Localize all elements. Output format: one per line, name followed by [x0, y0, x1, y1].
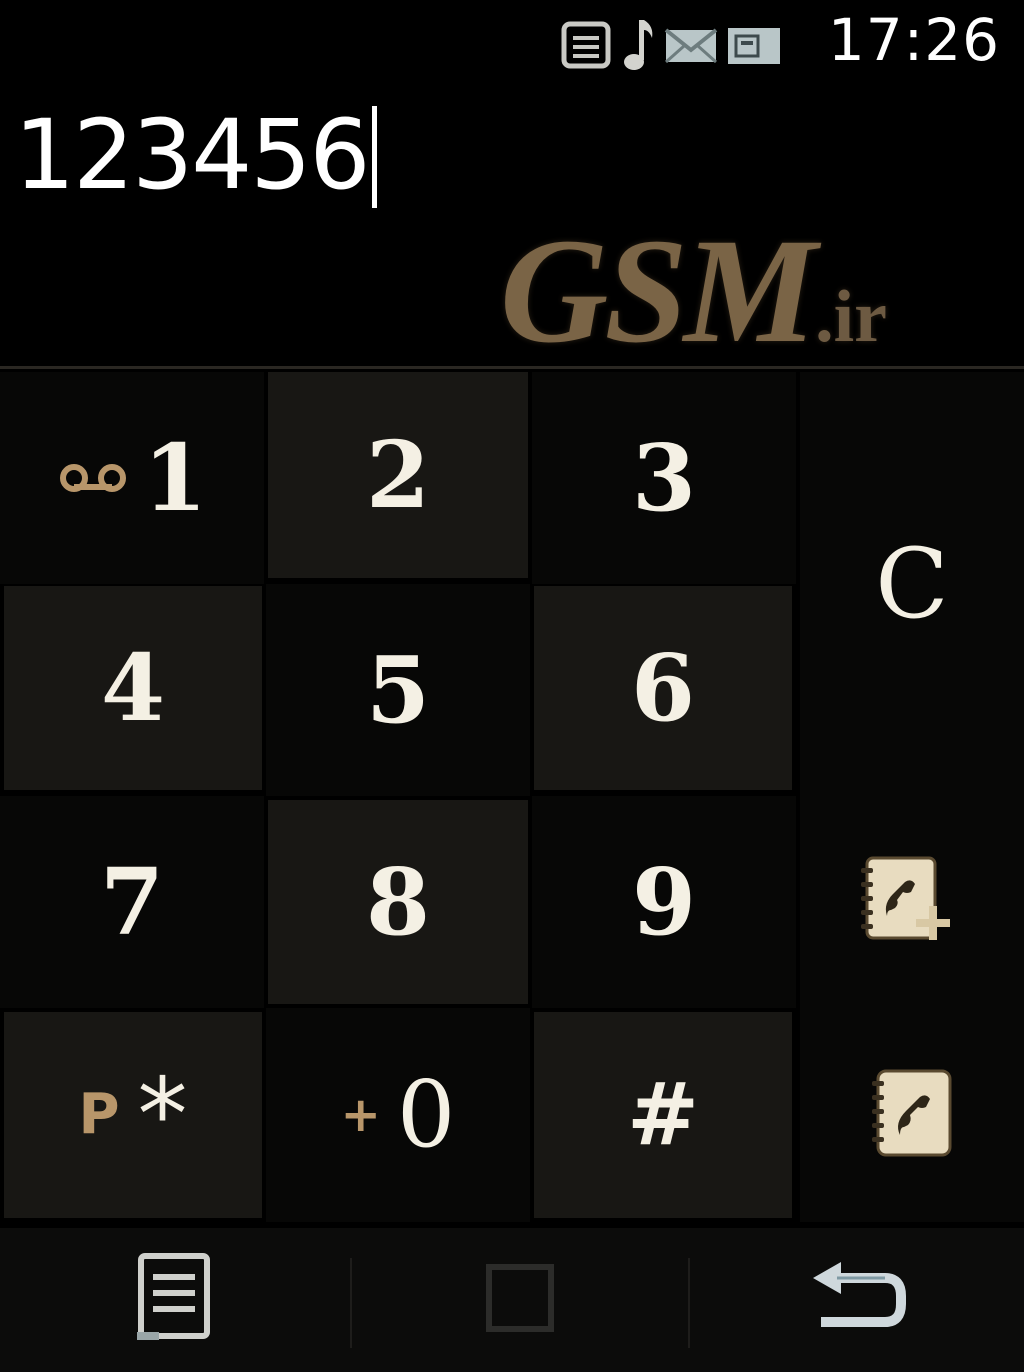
key-0-digit: 0: [396, 1061, 456, 1168]
key-6[interactable]: 6: [534, 586, 792, 790]
watermark-tld: .ir: [815, 276, 888, 358]
clear-label: C: [875, 528, 949, 640]
key-9-digit: 9: [631, 848, 696, 956]
key-5-digit: 5: [365, 636, 430, 744]
back-button[interactable]: [690, 1228, 1024, 1372]
key-3-digit: 3: [631, 424, 696, 532]
key-1[interactable]: 1: [0, 372, 264, 584]
back-arrow-icon: [807, 1258, 907, 1343]
status-clock: 17:26: [827, 6, 1000, 74]
bottom-softkey-bar: [0, 1228, 1024, 1372]
key-2-digit: 2: [365, 421, 430, 529]
number-display-area[interactable]: 123456 GSM.ir: [0, 80, 1024, 374]
watermark-main: GSM: [500, 208, 817, 374]
key-1-digit: 1: [142, 424, 207, 532]
key-star-digit: *: [137, 1056, 188, 1173]
battery-card-icon: [726, 24, 784, 68]
text-cursor: [372, 106, 378, 208]
menu-icon: [135, 1252, 215, 1349]
key-5[interactable]: 5: [266, 584, 530, 796]
key-star-sub: P: [78, 1082, 120, 1147]
clear-button[interactable]: C: [800, 372, 1024, 796]
dialed-number-text: 123456: [14, 99, 370, 211]
key-star[interactable]: P *: [4, 1012, 262, 1218]
key-3[interactable]: 3: [532, 372, 796, 584]
watermark: GSM.ir: [500, 205, 887, 377]
key-9[interactable]: 9: [532, 796, 796, 1008]
key-0-sub: +: [340, 1087, 381, 1143]
key-8-digit: 8: [365, 848, 430, 956]
phonebook-icon: [864, 1065, 960, 1166]
key-0[interactable]: + 0: [266, 1008, 530, 1222]
menu-button[interactable]: [0, 1228, 350, 1372]
center-softkey[interactable]: [352, 1228, 688, 1372]
key-7[interactable]: 7: [0, 796, 264, 1008]
message-list-icon: [560, 21, 614, 71]
phonebook-button[interactable]: [800, 1008, 1024, 1222]
status-bar: 17:26: [0, 0, 1024, 80]
phonebook-add-icon: [857, 852, 967, 953]
add-to-contacts-button[interactable]: [800, 796, 1024, 1008]
key-4[interactable]: 4: [4, 586, 262, 790]
dial-keypad: 1 2 3 C 4 5 6 7 8 9 P * + 0 #: [0, 372, 1024, 1222]
key-hash-digit: #: [626, 1064, 700, 1165]
envelope-icon: [664, 26, 718, 66]
key-hash[interactable]: #: [534, 1012, 792, 1218]
key-7-digit: 7: [99, 848, 164, 956]
divider: [0, 366, 1024, 369]
dialed-number[interactable]: 123456: [14, 99, 378, 211]
key-4-digit: 4: [100, 634, 165, 742]
key-6-digit: 6: [630, 634, 695, 742]
key-8[interactable]: 8: [268, 800, 528, 1004]
square-icon: [485, 1263, 555, 1338]
key-2[interactable]: 2: [268, 372, 528, 578]
music-note-icon: [622, 18, 656, 74]
status-icons: [560, 18, 784, 74]
voicemail-icon: [57, 458, 129, 499]
